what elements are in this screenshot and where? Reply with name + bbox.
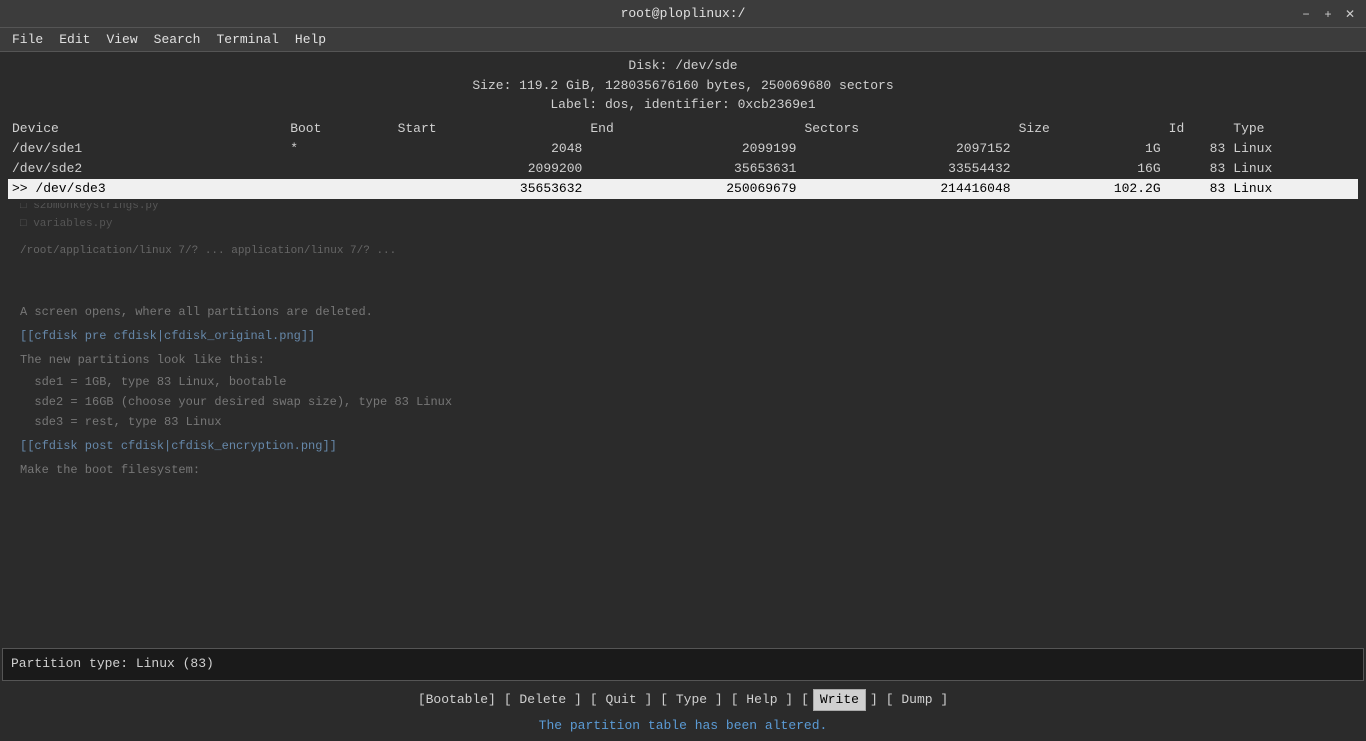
col-type: Type [1229,119,1358,139]
col-id: Id [1165,119,1230,139]
delete-button[interactable]: [ Delete ] [500,689,586,711]
altered-message: The partition table has been altered. [0,715,1366,741]
menu-help[interactable]: Help [287,28,334,51]
fdisk-table: Device Boot Start End Sectors Size Id Ty… [8,119,1358,200]
col-size: Size [1015,119,1165,139]
fdisk-header-row: Device Boot Start End Sectors Size Id Ty… [8,119,1358,139]
close-button[interactable]: ✕ [1342,6,1358,22]
menu-edit[interactable]: Edit [51,28,98,51]
write-button[interactable]: Write [813,689,866,711]
help-button[interactable]: [ Help ] [727,689,797,711]
titlebar-title: root@ploplinux:/ [68,6,1298,21]
menu-search[interactable]: Search [146,28,209,51]
write-bracket-open: [ [797,689,813,711]
table-row: /dev/sde1*2048209919920971521G83Linux [8,139,1358,159]
type-button[interactable]: [ Type ] [656,689,726,711]
table-row: >> /dev/sde33565363225006967921441604810… [8,179,1358,199]
menu-view[interactable]: View [98,28,145,51]
minimize-button[interactable]: − [1298,6,1314,22]
fdisk-disk-line: Disk: /dev/sde [8,56,1358,76]
bottom-section: Partition type: Linux (83) [Bootable] [ … [0,648,1366,741]
col-start: Start [394,119,587,139]
col-boot: Boot [286,119,393,139]
table-row: /dev/sde22099200356536313355443216G83Lin… [8,159,1358,179]
titlebar-controls: − + ✕ [1298,6,1358,22]
maximize-button[interactable]: + [1320,6,1336,22]
menu-file[interactable]: File [4,28,51,51]
quit-button[interactable]: [ Quit ] [586,689,656,711]
fdisk-size-line: Size: 119.2 GiB, 128035676160 bytes, 250… [8,76,1358,96]
menubar: File Edit View Search Terminal Help [0,28,1366,52]
col-device: Device [8,119,286,139]
col-end: End [586,119,800,139]
partition-info: Partition type: Linux (83) [2,648,1364,680]
menu-terminal[interactable]: Terminal [208,28,286,51]
fdisk-label-line: Label: dos, identifier: 0xcb2369e1 [8,95,1358,115]
fdisk-body: /dev/sde1*2048209919920971521G83Linux /d… [8,139,1358,200]
fdisk-overlay: Disk: /dev/sde Size: 119.2 GiB, 12803567… [0,52,1366,203]
write-bracket-close: ] [866,689,882,711]
titlebar: root@ploplinux:/ − + ✕ [0,0,1366,28]
col-sectors: Sectors [800,119,1014,139]
action-bar: [Bootable] [ Delete ] [ Quit ] [ Type ] … [0,685,1366,715]
bootable-button[interactable]: [Bootable] [414,689,500,711]
terminal: Project ░░░░░░░░ □ s2bmonkey.de that we … [0,52,1366,741]
dump-button[interactable]: [ Dump ] [882,689,952,711]
